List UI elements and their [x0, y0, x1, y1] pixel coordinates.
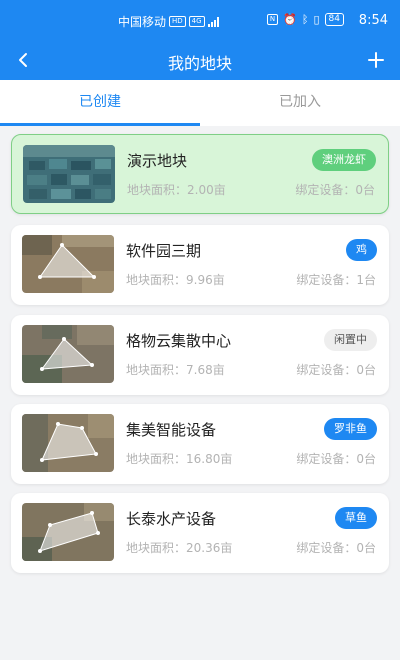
plot-tag: 草鱼: [335, 507, 377, 529]
status-bar: 中国移动 HD 4G N ⏰ ᛒ ▯ 84 8:54: [0, 0, 400, 40]
plot-card[interactable]: 集美智能设备 地块面积：16.80亩 绑定设备：0台 罗非鱼: [11, 404, 389, 484]
hd-icon: HD: [169, 16, 186, 27]
plot-devices: 绑定设备：0台: [296, 363, 376, 377]
plot-name: 格物云集散中心: [126, 332, 232, 350]
vibrate-icon: ▯: [313, 13, 320, 26]
plot-name: 演示地块: [127, 152, 188, 170]
plot-area: 地块面积：16.80亩: [126, 452, 233, 466]
plot-thumbnail: [22, 325, 114, 383]
plot-name: 软件园三期: [126, 242, 202, 260]
tab-underline: [0, 123, 200, 126]
carrier-name: 中国移动: [118, 15, 167, 29]
plot-tag: 澳洲龙虾: [312, 149, 376, 171]
carrier-info: 中国移动 HD 4G: [118, 13, 219, 30]
tab-joined-label: 已加入: [279, 94, 321, 110]
plot-tag: 鸡: [346, 239, 377, 261]
plot-name: 集美智能设备: [126, 421, 217, 439]
plot-area: 地块面积：7.68亩: [126, 363, 225, 377]
plot-thumbnail: [22, 235, 114, 293]
plot-devices: 绑定设备：1台: [296, 273, 376, 287]
plot-tag: 罗非鱼: [324, 418, 377, 440]
battery-icon: 84: [324, 13, 344, 26]
tab-created-label: 已创建: [79, 94, 121, 110]
plot-tag: 闲置中: [324, 329, 377, 351]
page-title: 我的地块: [167, 54, 232, 73]
bluetooth-icon: ᛒ: [301, 13, 309, 26]
plot-devices: 绑定设备：0台: [296, 541, 376, 555]
nfc-icon: N: [266, 14, 279, 25]
network-type-icon: 4G: [188, 16, 205, 27]
plot-area: 地块面积：9.96亩: [126, 273, 225, 287]
tab-created[interactable]: 已创建: [0, 80, 200, 126]
plot-card[interactable]: 长泰水产设备 地块面积：20.36亩 绑定设备：0台 草鱼: [11, 493, 389, 573]
signal-icon: [207, 16, 219, 27]
plus-icon: [368, 52, 384, 68]
plot-card[interactable]: 格物云集散中心 地块面积：7.68亩 绑定设备：0台 闲置中: [11, 315, 389, 395]
status-time: 8:54: [358, 13, 388, 28]
plot-card[interactable]: 软件园三期 地块面积：9.96亩 绑定设备：1台 鸡: [11, 225, 389, 305]
plot-card[interactable]: 演示地块 地块面积：2.00亩 绑定设备：0台 澳洲龙虾: [11, 134, 389, 214]
tab-joined[interactable]: 已加入: [200, 80, 400, 126]
add-plot-button[interactable]: [364, 48, 388, 72]
tab-bar: 已创建 已加入: [0, 80, 400, 126]
plot-area: 地块面积：20.36亩: [126, 541, 233, 555]
plot-area: 地块面积：2.00亩: [127, 183, 226, 197]
alarm-icon: ⏰: [283, 13, 297, 26]
system-icons: N ⏰ ᛒ ▯ 84: [266, 13, 344, 26]
plot-thumbnail: [23, 145, 115, 203]
plot-thumbnail: [22, 503, 114, 561]
plot-thumbnail: [22, 414, 114, 472]
nav-bar: 我的地块: [0, 40, 400, 80]
plot-devices: 绑定设备：0台: [295, 183, 375, 197]
plot-devices: 绑定设备：0台: [296, 452, 376, 466]
app-header: 中国移动 HD 4G N ⏰ ᛒ ▯ 84 8:54 我的地块: [0, 0, 400, 80]
plot-name: 长泰水产设备: [126, 510, 217, 528]
